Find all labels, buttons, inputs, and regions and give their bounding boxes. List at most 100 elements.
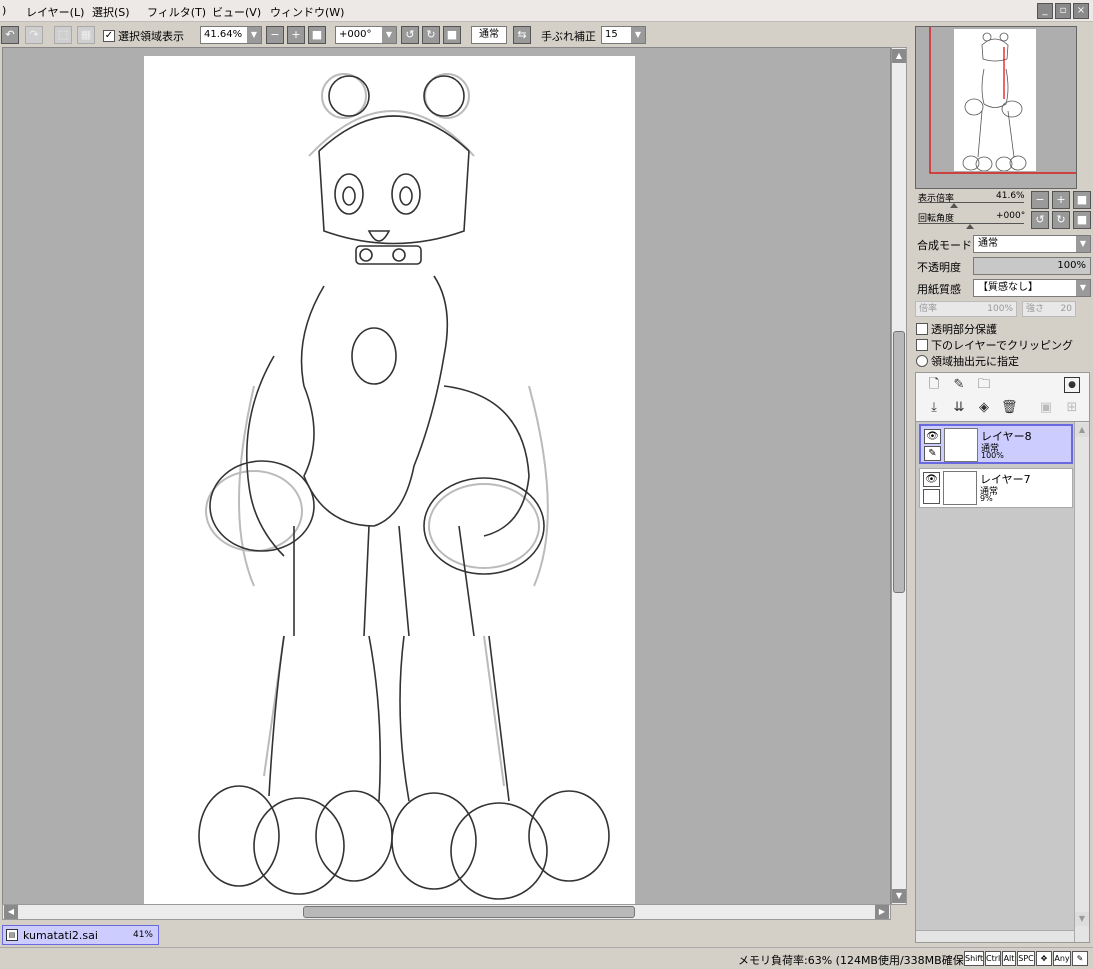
texture-strength-field[interactable]: 強さ 20: [1022, 301, 1076, 317]
zoom-field[interactable]: 41.64% ▼: [200, 26, 262, 44]
zoom-in-icon[interactable]: +: [287, 26, 305, 44]
blend-mode-value: 通常: [978, 238, 998, 249]
rotation-field[interactable]: +000° ▼: [335, 26, 397, 44]
layer-item-7[interactable]: 👁 レイヤー7 通常 9%: [919, 468, 1073, 508]
flip-icon[interactable]: ⇆: [513, 26, 531, 44]
scroll-up-icon[interactable]: ▲: [892, 49, 906, 63]
menu-filter[interactable]: フィルタ(T): [147, 4, 206, 20]
chevron-down-icon[interactable]: ▼: [1076, 280, 1090, 296]
texture-scale-value: 100%: [987, 304, 1013, 314]
nav-rotate-ccw-icon[interactable]: ↺: [1031, 211, 1049, 229]
layer-list-hscrollbar[interactable]: [916, 930, 1074, 942]
pen-icon[interactable]: ✎: [924, 446, 941, 461]
any-key-indicator[interactable]: Any: [1053, 951, 1071, 966]
clipping-checkbox[interactable]: [916, 339, 928, 351]
paper-texture-select[interactable]: 【質感なし】 ▼: [973, 279, 1091, 297]
nav-zoom-slider[interactable]: [918, 202, 1024, 203]
horizontal-scroll-thumb[interactable]: [303, 906, 635, 918]
show-selection-label: 選択領域表示: [118, 30, 184, 43]
rotate-cw-icon[interactable]: ↻: [422, 26, 440, 44]
chevron-down-icon[interactable]: ▼: [247, 27, 261, 43]
clear-layer-icon[interactable]: ◈: [976, 400, 992, 416]
navigator-preview[interactable]: [915, 26, 1077, 189]
zoom-value: 41.64%: [204, 29, 243, 40]
delete-mask-icon[interactable]: ⊞: [1064, 400, 1080, 416]
scroll-left-icon[interactable]: ◀: [4, 905, 18, 919]
stabilizer-value: 15: [605, 29, 618, 40]
nav-zoom-in-icon[interactable]: +: [1052, 191, 1070, 209]
zoom-out-icon[interactable]: −: [266, 26, 284, 44]
nav-rotate-reset-icon[interactable]: ■: [1073, 211, 1091, 229]
move-icon[interactable]: ✥: [1036, 951, 1052, 966]
redo-icon[interactable]: ↷: [25, 26, 43, 44]
eye-icon[interactable]: 👁: [924, 429, 941, 444]
nav-rotate-slider-handle[interactable]: [966, 224, 974, 229]
chevron-down-icon[interactable]: ▼: [382, 27, 396, 43]
nav-zoom-slider-handle[interactable]: [950, 203, 958, 208]
document-tab[interactable]: ▤ kumatati2.sai 41%: [2, 925, 159, 945]
nav-zoom-out-icon[interactable]: −: [1031, 191, 1049, 209]
scroll-down-icon[interactable]: ▼: [892, 889, 906, 903]
menu-layer[interactable]: レイヤー(L): [26, 4, 84, 20]
ctrl-key-indicator[interactable]: Ctrl: [985, 951, 1001, 966]
chevron-down-icon[interactable]: ▼: [1076, 236, 1090, 252]
select-all-icon[interactable]: ▦: [77, 26, 95, 44]
menu-view[interactable]: ビュー(V): [212, 4, 261, 20]
undo-icon[interactable]: ↶: [1, 26, 19, 44]
stabilizer-field[interactable]: 15 ▼: [601, 26, 646, 44]
layer-list[interactable]: 👁 ✎ レイヤー8 通常 100% 👁 レイヤー7 通常 9% ▲ ▼: [915, 421, 1090, 943]
texture-scale-field[interactable]: 倍率 100%: [915, 301, 1017, 317]
layer-list-scrollbar[interactable]: ▲ ▼: [1074, 422, 1089, 942]
eye-icon[interactable]: 👁: [923, 472, 940, 487]
deselect-icon[interactable]: ⬚: [54, 26, 72, 44]
scroll-right-icon[interactable]: ▶: [875, 905, 889, 919]
opacity-row: 不透明度 100%: [915, 256, 1093, 276]
layer-item-8[interactable]: 👁 ✎ レイヤー8 通常 100%: [919, 424, 1073, 464]
menu-select[interactable]: 選択(S): [92, 4, 130, 20]
chevron-down-icon[interactable]: ▼: [631, 27, 645, 43]
transfer-down-icon[interactable]: ⤓: [926, 400, 942, 416]
scroll-up-icon[interactable]: ▲: [1075, 423, 1089, 437]
shift-key-indicator[interactable]: Shift: [964, 951, 984, 966]
blend-mode-button[interactable]: 通常: [471, 26, 507, 44]
vertical-scroll-thumb[interactable]: [893, 331, 905, 593]
clipping-label: 下のレイヤーでクリッピング: [931, 339, 1074, 352]
rotate-reset-icon[interactable]: ■: [443, 26, 461, 44]
nav-rotate-cw-icon[interactable]: ↻: [1052, 211, 1070, 229]
scroll-down-icon[interactable]: ▼: [1075, 912, 1089, 926]
trash-icon[interactable]: 🗑: [1001, 400, 1018, 416]
new-layer-icon[interactable]: 🗋: [926, 377, 942, 393]
nav-zoom-reset-icon[interactable]: ■: [1073, 191, 1091, 209]
paper-texture-row: 用紙質感 【質感なし】 ▼: [915, 278, 1093, 298]
apply-mask-icon[interactable]: ▣: [1038, 400, 1054, 416]
protect-alpha-label: 透明部分保護: [931, 323, 997, 336]
drawing-paper[interactable]: [144, 56, 635, 904]
menu-window[interactable]: ウィンドウ(W): [270, 4, 344, 20]
protect-alpha-checkbox[interactable]: [916, 323, 928, 335]
new-vector-layer-icon[interactable]: ✎: [951, 377, 967, 393]
opacity-slider[interactable]: 100%: [973, 257, 1091, 275]
rotation-value: +000°: [339, 29, 372, 40]
horizontal-scrollbar[interactable]: ◀ ▶: [2, 904, 891, 920]
stabilizer-label: 手ぶれ補正: [541, 30, 596, 43]
merge-down-icon[interactable]: ⇊: [951, 400, 967, 416]
layer-lock-box[interactable]: [923, 489, 940, 504]
vertical-scrollbar[interactable]: ▲ ▼: [891, 47, 907, 905]
mask-icon[interactable]: ●: [1064, 377, 1080, 393]
show-selection-checkbox[interactable]: ✓: [103, 30, 115, 42]
close-button[interactable]: ×: [1073, 3, 1089, 19]
alt-key-indicator[interactable]: Alt: [1002, 951, 1016, 966]
maximize-button[interactable]: ▫: [1055, 3, 1071, 19]
texture-strength-label: 強さ: [1026, 304, 1045, 314]
minimize-button[interactable]: _: [1037, 3, 1053, 19]
layer-toolbar: 🗋 ✎ 🗀 ● ⤓ ⇊ ◈ 🗑 ▣ ⊞: [915, 372, 1090, 422]
blend-mode-select[interactable]: 通常 ▼: [973, 235, 1091, 253]
pen-icon[interactable]: ✎: [1072, 951, 1088, 966]
canvas-area[interactable]: [2, 47, 891, 905]
zoom-reset-icon[interactable]: ■: [308, 26, 326, 44]
selection-source-radio[interactable]: [916, 355, 928, 367]
space-key-indicator[interactable]: SPC: [1017, 951, 1035, 966]
rotate-ccw-icon[interactable]: ↺: [401, 26, 419, 44]
folder-icon[interactable]: 🗀: [976, 377, 992, 393]
menu-partial[interactable]: ): [2, 4, 6, 17]
